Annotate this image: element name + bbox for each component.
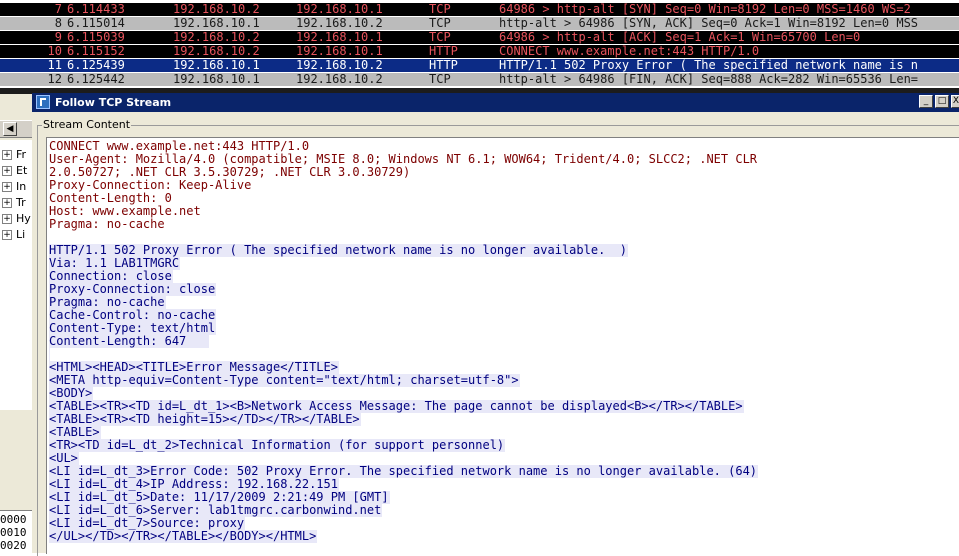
tree-item[interactable]: + Hy [2, 213, 31, 225]
tree-item-label: Hy [16, 212, 31, 225]
tree-item-label: Fr [16, 148, 27, 161]
expand-icon[interactable]: + [2, 214, 12, 224]
packet-time: 6.125442 [67, 73, 125, 86]
packet-number: 9 [54, 31, 62, 44]
packet-source: 192.168.10.1 [173, 73, 260, 86]
packet-source: 192.168.10.2 [173, 45, 260, 58]
packet-row[interactable]: 11 6.125439 192.168.10.1 192.168.10.2 HTTP HT… [0, 59, 959, 72]
packet-number: 12 [47, 73, 62, 86]
server-stream-line: </UL></TD></TR></TABLE></BODY></HTML> [49, 529, 318, 543]
packet-number: 10 [47, 45, 62, 58]
packet-info: 64986 > http-alt [ACK] Seq=1 Ack=1 Win=6… [499, 31, 861, 44]
tree-item[interactable]: + In [2, 181, 26, 193]
tree-item[interactable]: + Et [2, 165, 27, 177]
hex-offset: 0000 [0, 513, 27, 526]
packet-source: 192.168.10.2 [173, 31, 260, 44]
packet-protocol: HTTP [429, 45, 458, 58]
tree-item[interactable]: + Fr [2, 149, 26, 161]
packet-time: 6.125439 [67, 59, 125, 72]
hex-offset: 0010 [0, 526, 27, 539]
packet-info: 64986 > http-alt [SYN] Seq=0 Win=8192 Le… [499, 3, 911, 16]
packet-row[interactable]: 9 6.115039 192.168.10.2 192.168.10.1 TCP 6498… [0, 31, 959, 44]
packet-time: 6.115152 [67, 45, 125, 58]
packet-list[interactable]: 7 6.114433 192.168.10.2 192.168.10.1 TCP 6498… [0, 0, 959, 88]
packet-row[interactable]: 7 6.114433 192.168.10.2 192.168.10.1 TCP 6498… [0, 3, 959, 16]
packet-row[interactable]: 12 6.125442 192.168.10.1 192.168.10.2 TCP htt… [0, 73, 959, 86]
packet-time: 6.115014 [67, 17, 125, 30]
horizontal-scrollbar[interactable]: ◀ [0, 120, 32, 138]
stream-content-text[interactable]: CONNECT www.example.net:443 HTTP/1.0 User… [46, 137, 959, 554]
packet-row[interactable]: 10 6.115152 192.168.10.2 192.168.10.1 HTTP CO… [0, 45, 959, 58]
expand-icon[interactable]: + [2, 230, 12, 240]
packet-destination: 192.168.10.2 [296, 73, 383, 86]
packet-number: 11 [47, 59, 62, 72]
tree-item[interactable]: + Li [2, 229, 25, 241]
tree-item-label: Et [16, 164, 28, 177]
packet-destination: 192.168.10.1 [296, 3, 383, 16]
packet-info: CONNECT www.example.net:443 HTTP/1.0 [499, 45, 760, 58]
wireshark-app-icon [36, 95, 50, 109]
packet-destination: 192.168.10.1 [296, 31, 383, 44]
tree-item-label: Tr [16, 196, 26, 209]
maximize-button[interactable]: □ [935, 95, 949, 108]
expand-icon[interactable]: + [2, 198, 12, 208]
packet-source: 192.168.10.1 [173, 17, 260, 30]
dialog-title-bar[interactable]: Follow TCP Stream _ □ X [32, 93, 959, 112]
packet-protocol: TCP [429, 17, 451, 30]
packet-destination: 192.168.10.2 [296, 17, 383, 30]
packet-info: http-alt > 64986 [FIN, ACK] Seq=888 Ack=… [499, 73, 919, 86]
packet-source: 192.168.10.2 [173, 3, 260, 16]
packet-details-tree[interactable]: + Fr + Et + In + Tr + Hy + Li [0, 140, 32, 410]
expand-icon[interactable]: + [2, 150, 12, 160]
packet-bytes-pane[interactable]: 0000 0010 0020 [0, 510, 32, 554]
packet-protocol: TCP [429, 73, 451, 86]
tree-item-label: In [16, 180, 27, 193]
packet-number: 7 [54, 3, 62, 16]
server-stream-line: Content-Length: 647 [49, 334, 209, 348]
tree-item[interactable]: + Tr [2, 197, 26, 209]
packet-source: 192.168.10.1 [173, 59, 260, 72]
packet-destination: 192.168.10.2 [296, 59, 383, 72]
stream-content-label: Stream Content [42, 118, 132, 131]
tree-item-label: Li [16, 228, 26, 241]
close-button[interactable]: X [951, 95, 959, 108]
packet-time: 6.114433 [67, 3, 125, 16]
client-stream-line: Pragma: no-cache [49, 217, 166, 231]
packet-number: 8 [54, 17, 62, 30]
hex-offset: 0020 [0, 539, 27, 552]
packet-protocol: HTTP [429, 59, 458, 72]
expand-icon[interactable]: + [2, 182, 12, 192]
packet-info: HTTP/1.1 502 Proxy Error ( The specified… [499, 59, 919, 72]
packet-time: 6.115039 [67, 31, 125, 44]
server-stream-line: <META http-equiv=Content-Type content="t… [49, 373, 520, 387]
server-stream-line: <TR><TD id=L_dt_2>Technical Information … [49, 438, 506, 452]
packet-info: http-alt > 64986 [SYN, ACK] Seq=0 Ack=1 … [499, 17, 919, 30]
dialog-title: Follow TCP Stream [55, 96, 172, 109]
follow-tcp-stream-dialog: Follow TCP Stream _ □ X Stream Content C… [32, 93, 959, 556]
packet-destination: 192.168.10.1 [296, 45, 383, 58]
packet-protocol: TCP [429, 3, 451, 16]
minimize-button[interactable]: _ [919, 95, 933, 108]
expand-icon[interactable]: + [2, 166, 12, 176]
packet-row[interactable]: 8 6.115014 192.168.10.1 192.168.10.2 TCP http… [0, 17, 959, 30]
packet-protocol: TCP [429, 31, 451, 44]
scroll-left-arrow-icon[interactable]: ◀ [3, 122, 17, 136]
